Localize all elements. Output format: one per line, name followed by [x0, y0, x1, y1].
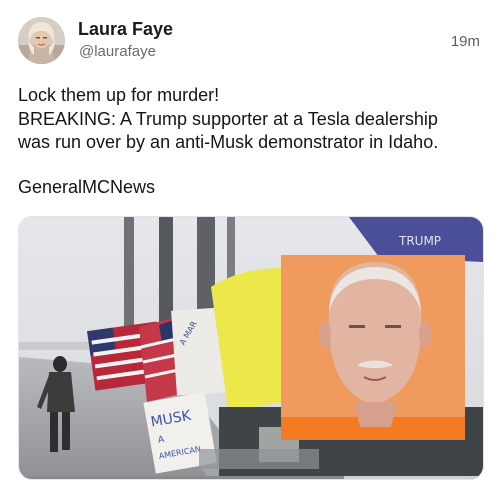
author-avatar[interactable] [18, 17, 65, 64]
post-card: Laura Faye @laurafaye 19m Lock them up f… [0, 0, 500, 495]
post-timestamp: 19m [450, 33, 480, 50]
author-name[interactable]: Laura Faye [78, 19, 173, 40]
banner-text: TRUMP [398, 234, 441, 248]
avatar-image [18, 17, 65, 64]
post-text-line: BREAKING: A Trump supporter at a Tesla d… [18, 108, 438, 129]
post-source: GeneralMCNews [18, 177, 156, 197]
video-progress-bar[interactable] [19, 476, 483, 479]
video-progress-fill [19, 476, 344, 479]
post-text-line: Lock them up for murder! [18, 85, 220, 105]
mugshot-inset [281, 255, 465, 440]
video-frame: A MAR TRUMP MUSK A AMERICAN [19, 217, 483, 479]
post-text: Lock them up for murder! BREAKING: A Tru… [18, 84, 488, 155]
post-text-line: was run over by an anti-Musk demonstrato… [18, 132, 439, 152]
video-player[interactable]: A MAR TRUMP MUSK A AMERICAN [18, 216, 484, 480]
author-handle[interactable]: @laurafaye [79, 43, 156, 60]
